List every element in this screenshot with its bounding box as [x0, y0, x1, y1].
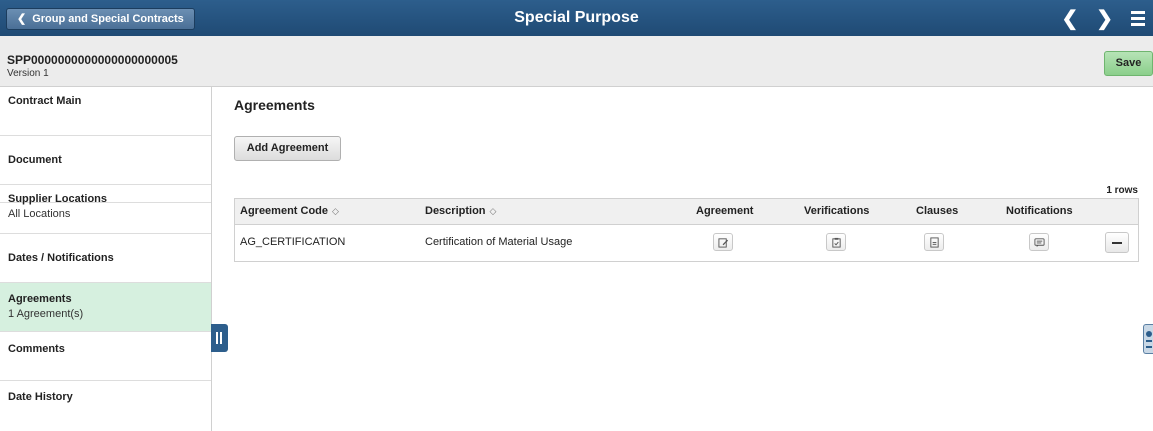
sidebar-item-date-history[interactable]: Date History: [0, 381, 211, 430]
related-content-icon[interactable]: [1143, 324, 1153, 354]
contract-id: SPP0000000000000000000005: [7, 53, 178, 67]
sort-icon: ◇: [332, 206, 339, 216]
verifications-icon[interactable]: [826, 233, 846, 251]
sidebar: Contract Main Document Supplier Location…: [0, 87, 212, 431]
column-header-description[interactable]: Description ◇: [425, 199, 496, 224]
sidebar-item-comments[interactable]: Comments: [0, 332, 211, 381]
contract-version: Version 1: [7, 68, 49, 79]
sidebar-item-label: Date History: [8, 391, 73, 403]
menu-icon[interactable]: [1131, 10, 1145, 26]
agreement-code-cell: AG_CERTIFICATION: [240, 236, 346, 248]
grid-header: Agreement Code ◇ Description ◇ Agreement V…: [235, 199, 1138, 225]
previous-icon[interactable]: ❮: [1061, 6, 1078, 31]
column-header-notifications: Notifications: [1006, 205, 1073, 217]
sidebar-item-label: Agreements: [8, 293, 72, 305]
row-count: 1 rows: [1106, 185, 1138, 196]
sidebar-item-label: Contract Main: [8, 95, 82, 107]
agreements-grid: Agreement Code ◇ Description ◇ Agreement V…: [234, 198, 1139, 262]
sort-icon: ◇: [489, 206, 497, 216]
add-agreement-button[interactable]: Add Agreement: [234, 136, 341, 161]
top-bar: ❮ Group and Special Contracts Special Pu…: [0, 0, 1153, 36]
column-header-agreement: Agreement: [696, 205, 754, 217]
sidebar-item-dates-notifications[interactable]: Dates / Notifications: [0, 234, 211, 283]
clauses-icon[interactable]: [924, 233, 944, 251]
section-title: Agreements: [234, 97, 315, 113]
column-header-agreement-code[interactable]: Agreement Code ◇: [240, 199, 339, 224]
description-cell: Certification of Material Usage: [425, 236, 573, 248]
table-row: AG_CERTIFICATION Certification of Materi…: [235, 225, 1138, 261]
sidebar-item-contract-main[interactable]: Contract Main: [0, 87, 211, 136]
sidebar-item-label: Document: [8, 154, 62, 166]
column-header-clauses: Clauses: [916, 205, 959, 217]
notifications-icon[interactable]: [1029, 233, 1049, 251]
collapse-sidebar-button[interactable]: [211, 324, 228, 352]
save-button[interactable]: Save: [1104, 51, 1153, 76]
column-header-verifications: Verifications: [804, 205, 870, 217]
sidebar-item-supplier-locations[interactable]: Supplier Locations All Locations: [0, 185, 211, 234]
contract-header: SPP0000000000000000000005 Version 1: [0, 36, 1153, 87]
nav-controls: ❮ ❯: [1061, 0, 1145, 36]
next-icon[interactable]: ❯: [1096, 6, 1113, 31]
sidebar-item-label: Dates / Notifications: [8, 252, 114, 264]
sidebar-item-label: Comments: [8, 343, 65, 355]
page-title: Special Purpose: [514, 9, 639, 26]
sidebar-item-label: Supplier Locations: [8, 193, 108, 205]
sidebar-item-sublabel: 1 Agreement(s): [8, 308, 84, 320]
delete-row-button[interactable]: [1105, 232, 1129, 253]
edit-agreement-icon[interactable]: [713, 233, 733, 251]
sidebar-item-sublabel: All Locations: [8, 208, 71, 220]
sidebar-item-agreements[interactable]: Agreements 1 Agreement(s): [0, 283, 211, 332]
sidebar-item-document-area[interactable]: Document: [0, 136, 211, 185]
